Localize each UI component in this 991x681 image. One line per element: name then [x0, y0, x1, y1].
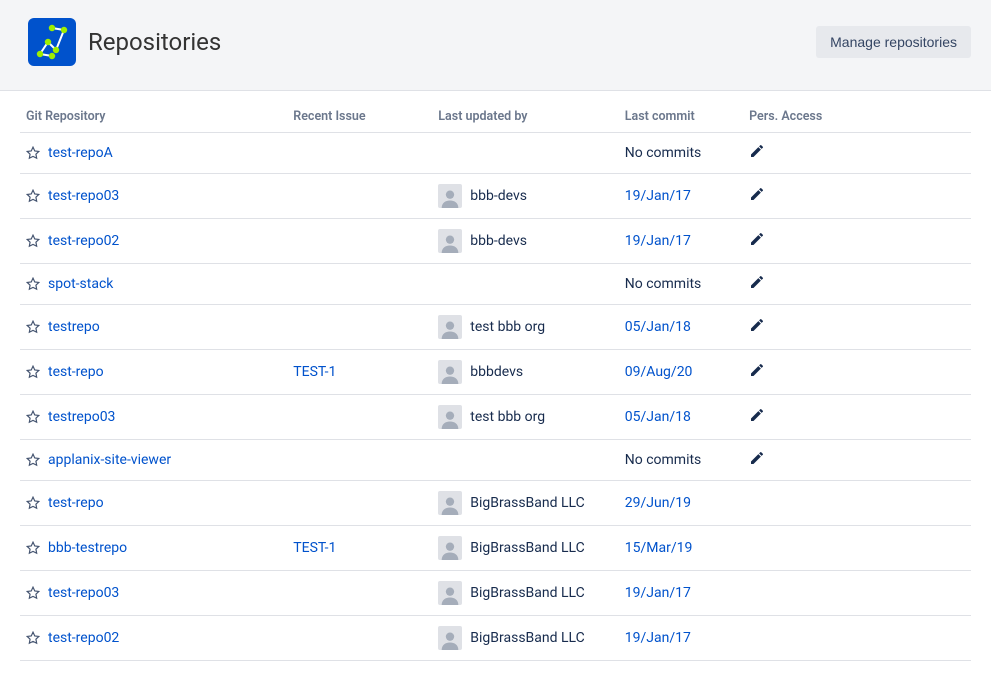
repo-link[interactable]: test-repo03 [48, 585, 119, 601]
edit-icon[interactable] [749, 317, 765, 333]
col-header-access[interactable]: Pers. Access [743, 91, 971, 133]
table-row: testrepo test bbb org 05/Jan/18 [20, 305, 971, 350]
table-row: test-repo02 bbb-devs 19/Jan/17 [20, 219, 971, 264]
table-row: testrepo03 test bbb org 05/Jan/18 [20, 395, 971, 440]
table-row: bbb-testrepo TEST-1 BigBrassBand LLC 15/Mar… [20, 526, 971, 571]
repo-link[interactable]: testrepo03 [48, 409, 115, 425]
no-commits-label: No commits [625, 145, 702, 161]
updated-by-label: test bbb org [470, 319, 545, 335]
updated-by-label: test bbb org [470, 409, 545, 425]
page-title: Repositories [88, 28, 221, 56]
last-commit-link[interactable]: 15/Mar/19 [625, 540, 693, 556]
edit-icon[interactable] [749, 143, 765, 159]
updated-by-label: bbb-devs [470, 188, 527, 204]
repositories-table: Git Repository Recent Issue Last updated… [20, 91, 971, 661]
star-icon[interactable] [26, 410, 40, 424]
updated-by-label: BigBrassBand LLC [470, 495, 584, 511]
star-icon[interactable] [26, 365, 40, 379]
star-icon[interactable] [26, 189, 40, 203]
page-header: Repositories Manage repositories [0, 0, 991, 91]
last-commit-link[interactable]: 19/Jan/17 [625, 188, 691, 204]
last-commit-link[interactable]: 05/Jan/18 [625, 409, 691, 425]
table-row: test-repo03 BigBrassBand LLC 19/Jan/17 [20, 571, 971, 616]
repo-link[interactable]: testrepo [48, 319, 100, 335]
last-commit-link[interactable]: 05/Jan/18 [625, 319, 691, 335]
avatar [438, 405, 462, 429]
updated-by-label: BigBrassBand LLC [470, 585, 584, 601]
avatar [438, 491, 462, 515]
updated-by-label: BigBrassBand LLC [470, 540, 584, 556]
avatar [438, 536, 462, 560]
edit-icon[interactable] [749, 186, 765, 202]
repo-link[interactable]: test-repo [48, 495, 104, 511]
star-icon[interactable] [26, 277, 40, 291]
issue-link[interactable]: TEST-1 [293, 364, 336, 380]
repo-link[interactable]: spot-stack [48, 276, 113, 292]
star-icon[interactable] [26, 320, 40, 334]
edit-icon[interactable] [749, 274, 765, 290]
table-row: spot-stack No commits [20, 264, 971, 305]
edit-icon[interactable] [749, 362, 765, 378]
star-icon[interactable] [26, 631, 40, 645]
repo-link[interactable]: test-repo02 [48, 233, 119, 249]
repo-link[interactable]: test-repoA [48, 145, 113, 161]
avatar [438, 184, 462, 208]
repo-link[interactable]: applanix-site-viewer [48, 452, 171, 468]
edit-icon[interactable] [749, 450, 765, 466]
last-commit-link[interactable]: 19/Jan/17 [625, 233, 691, 249]
table-row: test-repo02 BigBrassBand LLC 19/Jan/17 [20, 616, 971, 661]
star-icon[interactable] [26, 541, 40, 555]
last-commit-link[interactable]: 29/Jun/19 [625, 495, 691, 511]
last-commit-link[interactable]: 19/Jan/17 [625, 630, 691, 646]
col-header-repo[interactable]: Git Repository [20, 91, 287, 133]
no-commits-label: No commits [625, 452, 702, 468]
repo-link[interactable]: test-repo [48, 364, 104, 380]
avatar [438, 315, 462, 339]
avatar [438, 626, 462, 650]
table-row: test-repoA No commits [20, 133, 971, 174]
updated-by-label: BigBrassBand LLC [470, 630, 584, 646]
star-icon[interactable] [26, 146, 40, 160]
updated-by-label: bbb-devs [470, 233, 527, 249]
star-icon[interactable] [26, 453, 40, 467]
last-commit-link[interactable]: 09/Aug/20 [625, 364, 693, 380]
last-commit-link[interactable]: 19/Jan/17 [625, 585, 691, 601]
table-row: applanix-site-viewer No commits [20, 440, 971, 481]
avatar [438, 229, 462, 253]
edit-icon[interactable] [749, 231, 765, 247]
col-header-updated-by[interactable]: Last updated by [432, 91, 618, 133]
updated-by-label: bbbdevs [470, 364, 523, 380]
edit-icon[interactable] [749, 407, 765, 423]
avatar [438, 360, 462, 384]
star-icon[interactable] [26, 586, 40, 600]
col-header-issue[interactable]: Recent Issue [287, 91, 432, 133]
issue-link[interactable]: TEST-1 [293, 540, 336, 556]
app-logo [28, 18, 76, 66]
repo-link[interactable]: test-repo03 [48, 188, 119, 204]
no-commits-label: No commits [625, 276, 702, 292]
repo-link[interactable]: test-repo02 [48, 630, 119, 646]
col-header-last-commit[interactable]: Last commit [619, 91, 743, 133]
star-icon[interactable] [26, 234, 40, 248]
star-icon[interactable] [26, 496, 40, 510]
table-row: test-repo03 bbb-devs 19/Jan/17 [20, 174, 971, 219]
table-row: test-repo TEST-1 bbbdevs 09/Aug/20 [20, 350, 971, 395]
manage-repositories-button[interactable]: Manage repositories [816, 26, 971, 58]
table-row: test-repo BigBrassBand LLC 29/Jun/19 [20, 481, 971, 526]
avatar [438, 581, 462, 605]
repo-link[interactable]: bbb-testrepo [48, 540, 127, 556]
